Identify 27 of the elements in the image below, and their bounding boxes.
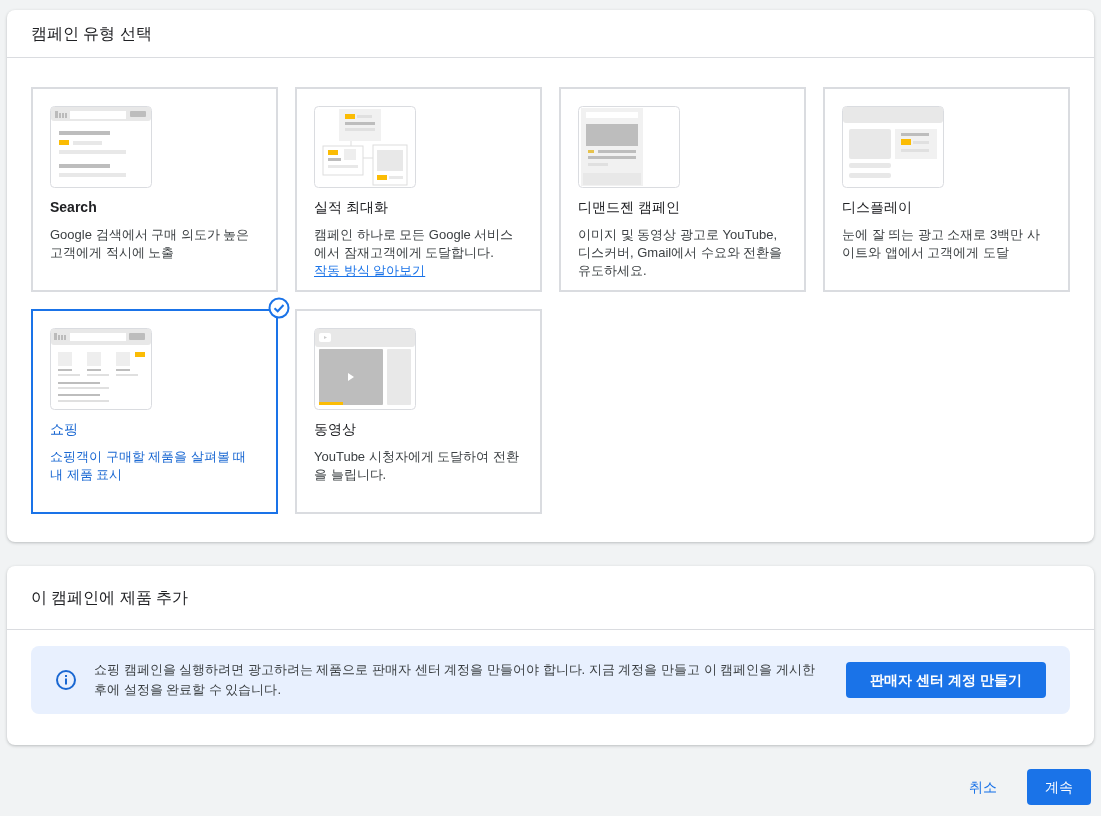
campaign-type-card[interactable]: 실적 최대화 캠페인 하나로 모든 Google 서비스에서 잠재고객에게 도달합니다. 작동 방식 알아보기 — [295, 87, 542, 292]
campaign-type-card[interactable]: 쇼핑 쇼핑객이 구매할 제품을 살펴볼 때 내 제품 표시 — [31, 309, 278, 514]
card-description: 캠페인 하나로 모든 Google 서비스에서 잠재고객에게 도달합니다. 작동 방식 알아보기 — [314, 226, 515, 280]
learn-more-link[interactable]: 작동 방식 알아보기 — [314, 263, 426, 278]
campaign-type-card[interactable]: 디맨드젠 캠페인 이미지 및 동영상 광고로 YouTube, 디스커버, Gmail에서 수요와 전환을 유도하세요. — [559, 87, 806, 292]
card-title: 디맨드젠 캠페인 — [578, 198, 681, 217]
info-icon — [55, 669, 77, 691]
card-description: YouTube 시청자에게 도달하여 전환을 늘립니다. — [314, 448, 520, 484]
card-description: Google 검색에서 구매 의도가 높은 고객에게 적시에 노출 — [50, 226, 251, 262]
campaign-type-card[interactable]: 동영상 YouTube 시청자에게 도달하여 전환을 늘립니다. — [295, 309, 542, 514]
panel-title: 이 캠페인에 제품 추가 — [7, 566, 1094, 630]
card-description: 이미지 및 동영상 광고로 YouTube, 디스커버, Gmail에서 수요와 전환을 유도하세요. — [578, 226, 784, 280]
card-description: 눈에 잘 띄는 광고 소재로 3백만 사이트와 앱에서 고객에게 도달 — [842, 226, 1041, 262]
card-title: 디스플레이 — [842, 198, 913, 217]
card-title: 쇼핑 — [50, 420, 79, 439]
continue-button[interactable]: 계속 — [1027, 769, 1091, 805]
card-title: Search — [50, 198, 98, 217]
create-merchant-account-button[interactable]: 판매자 센터 계정 만들기 — [846, 662, 1046, 698]
card-title: 동영상 — [314, 420, 357, 439]
cancel-button[interactable]: 취소 — [953, 769, 1013, 805]
notice-text: 쇼핑 캠페인을 실행하려면 광고하려는 제품으로 판매자 센터 계정을 만들어야 합니다. 지금 계정을 만들고 이 캠페인을 게시한 후에 설정을 완료할 수 있습니다. — [94, 661, 816, 699]
panel-title: 캠페인 유형 선택 — [7, 10, 1094, 58]
card-description: 쇼핑객이 구매할 제품을 살펴볼 때 내 제품 표시 — [50, 448, 248, 484]
check-circle-icon — [268, 297, 290, 319]
campaign-type-card[interactable]: Search Google 검색에서 구매 의도가 높은 고객에게 적시에 노출 — [31, 87, 278, 292]
campaign-type-card[interactable]: 디스플레이 눈에 잘 띄는 광고 소재로 3백만 사이트와 앱에서 고객에게 도달 — [823, 87, 1070, 292]
card-title: 실적 최대화 — [314, 198, 389, 217]
